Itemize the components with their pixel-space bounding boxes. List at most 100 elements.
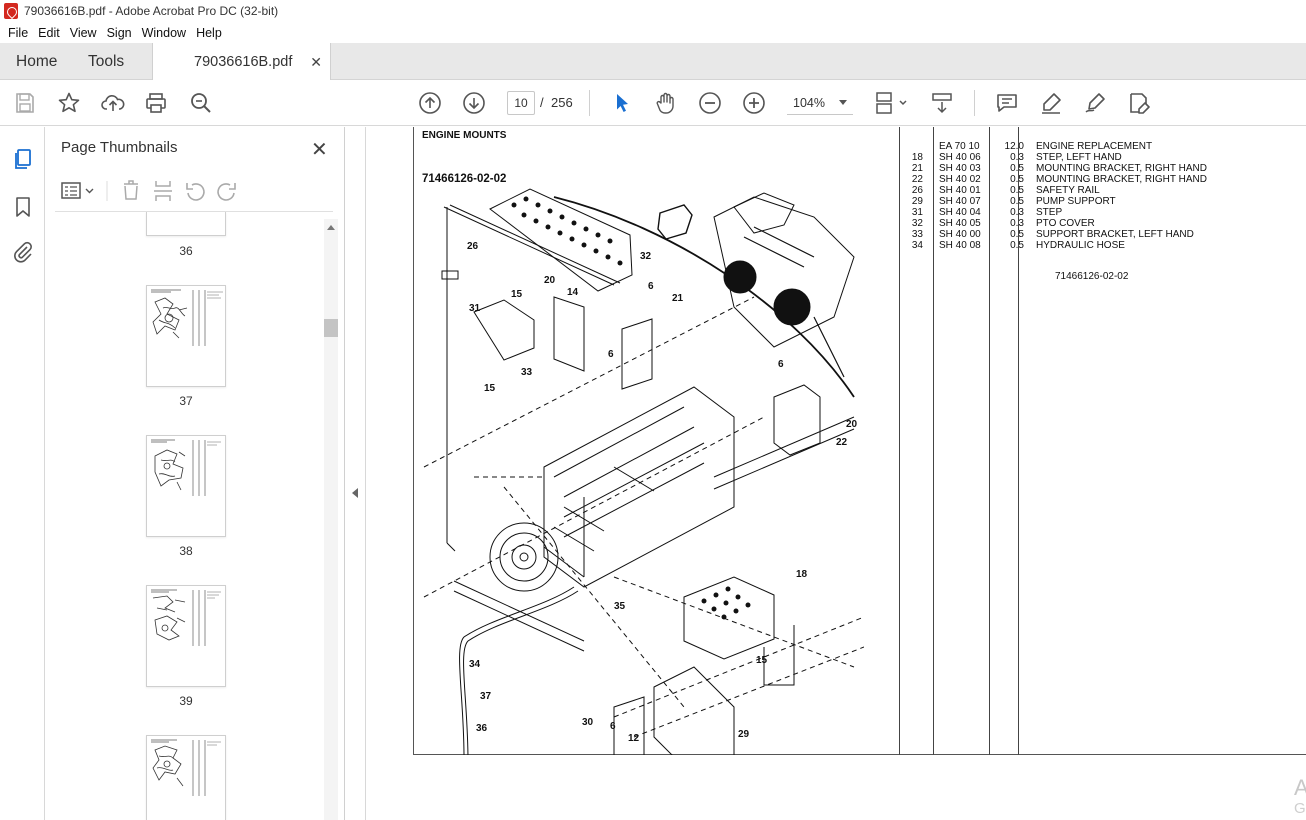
- combine-harvester-sketch: [657, 192, 855, 378]
- page-thumbnail-36[interactable]: [146, 212, 226, 236]
- callout-number: 6: [648, 281, 654, 292]
- navigation-rail: [0, 127, 45, 820]
- scrollbar-thumb[interactable]: [324, 319, 338, 337]
- thumbnails-panel: Page Thumbnails ✕ 36 37 38 39: [45, 127, 345, 820]
- callout-number: 15: [511, 289, 523, 300]
- panel-collapse-handle[interactable]: [345, 127, 366, 820]
- callout-number: 6: [608, 349, 614, 360]
- callout-number: 20: [846, 419, 858, 430]
- callout-number: 20: [544, 275, 556, 286]
- acrobat-logo-icon: [4, 3, 18, 19]
- next-page-icon[interactable]: [461, 90, 487, 116]
- callout-number: 15: [484, 383, 496, 394]
- page-thumbnail-39[interactable]: [146, 585, 226, 687]
- close-tab-icon[interactable]: ✕: [310, 54, 322, 71]
- parts-reference-number: 71466126-02-02: [1055, 271, 1129, 282]
- bookmark-star-icon[interactable]: [56, 90, 82, 116]
- tab-document-label: 79036616B.pdf: [194, 54, 293, 70]
- main-toolbar: 10 / 256 104%: [0, 80, 1306, 126]
- tab-document[interactable]: 79036616B.pdf ✕: [152, 43, 331, 81]
- document-view[interactable]: ENGINE MOUNTS 71466126-02-02 26 32 15 20…: [366, 127, 1306, 820]
- title-bar: 79036616B.pdf - Adobe Acrobat Pro DC (32…: [0, 0, 1306, 22]
- menu-edit[interactable]: Edit: [33, 26, 65, 40]
- callout-number: 15: [756, 655, 768, 666]
- save-icon[interactable]: [12, 90, 38, 116]
- chevron-down-icon: [839, 100, 847, 105]
- thumbnail-options-icon[interactable]: [61, 182, 94, 199]
- bookmarks-icon[interactable]: [11, 195, 35, 219]
- previous-page-icon[interactable]: [417, 90, 443, 116]
- highlight-pen-icon[interactable]: [1038, 90, 1064, 116]
- page-number-input[interactable]: 10: [507, 91, 535, 115]
- zoom-out-icon[interactable]: [697, 90, 723, 116]
- zoom-level-select[interactable]: 104%: [787, 91, 853, 115]
- page-thumbnail-label: 36: [179, 244, 193, 258]
- menu-file[interactable]: File: [3, 26, 33, 40]
- rotate-left-icon[interactable]: [186, 183, 205, 201]
- draw-pen-icon[interactable]: [1082, 90, 1108, 116]
- collapse-arrow-icon: [352, 488, 358, 498]
- callout-number: 30: [582, 717, 594, 728]
- callout-number: 6: [778, 359, 784, 370]
- extract-page-icon[interactable]: [154, 181, 172, 201]
- callout-number: 6: [610, 721, 616, 732]
- zoom-search-icon[interactable]: [188, 90, 214, 116]
- thumbnail-toolbar: [59, 177, 331, 205]
- page-thumbnail-label: 39: [179, 694, 193, 708]
- page-display-icon[interactable]: [873, 90, 911, 116]
- rotate-right-icon[interactable]: [217, 183, 236, 201]
- upload-cloud-icon[interactable]: [100, 90, 126, 116]
- engine-mounts-diagram: 26 32 15 20 14 6 21 31 6 15 33 6 20 22 1…: [423, 188, 864, 755]
- tab-home[interactable]: Home: [16, 43, 57, 80]
- zoom-in-icon[interactable]: [741, 90, 767, 116]
- print-icon[interactable]: [143, 90, 169, 116]
- scroll-up-arrow-icon[interactable]: [327, 225, 335, 230]
- watermark-text: G: [1294, 800, 1306, 817]
- menu-window[interactable]: Window: [137, 26, 191, 40]
- callout-number: 12: [628, 733, 640, 744]
- callout-number: 36: [476, 723, 488, 734]
- callout-number: 33: [521, 367, 533, 378]
- tab-tools[interactable]: Tools: [88, 43, 124, 80]
- fill-sign-icon[interactable]: [1126, 90, 1152, 116]
- close-panel-icon[interactable]: ✕: [311, 137, 328, 162]
- comment-icon[interactable]: [994, 90, 1020, 116]
- hand-tool-icon[interactable]: [653, 90, 679, 116]
- page-thumbnail-label: 38: [179, 544, 193, 558]
- callout-number: 22: [836, 437, 848, 448]
- callout-number: 34: [469, 659, 481, 670]
- callout-number: 31: [469, 303, 481, 314]
- menu-view[interactable]: View: [65, 26, 102, 40]
- scroll-mode-icon[interactable]: [929, 90, 955, 116]
- page-thumbnails-icon[interactable]: [11, 147, 35, 171]
- page-thumbnail-label: 37: [179, 394, 193, 408]
- tab-bar: Home Tools 79036616B.pdf ✕: [0, 43, 1306, 81]
- attachments-icon[interactable]: [11, 240, 35, 264]
- zoom-level-value: 104%: [793, 95, 825, 110]
- watermark-text: A: [1294, 775, 1306, 800]
- callout-number: 14: [567, 287, 579, 298]
- thumbnail-scrollbar[interactable]: [324, 219, 338, 820]
- pdf-page: ENGINE MOUNTS 71466126-02-02 26 32 15 20…: [413, 127, 1306, 755]
- total-pages: 256: [551, 95, 573, 110]
- toolbar-divider: [589, 90, 590, 116]
- page-separator: /: [540, 95, 544, 110]
- toolbar-divider: [974, 90, 975, 116]
- menu-help[interactable]: Help: [191, 26, 227, 40]
- page-thumbnail-40[interactable]: [146, 735, 226, 820]
- parts-table: EA 70 10 12.0 ENGINE REPLACEMENT 18 SH 4…: [911, 141, 1207, 251]
- menu-sign[interactable]: Sign: [102, 26, 137, 40]
- callout-number: 26: [467, 241, 479, 252]
- menu-bar: File Edit View Sign Window Help: [0, 22, 1306, 43]
- delete-page-icon[interactable]: [124, 180, 138, 200]
- page-thumbnail-37[interactable]: [146, 285, 226, 387]
- select-cursor-icon[interactable]: [609, 90, 635, 116]
- callout-number: 29: [738, 729, 750, 740]
- callout-number: 18: [796, 569, 808, 580]
- callout-number: 32: [640, 251, 652, 262]
- callout-number: 21: [672, 293, 684, 304]
- page-heading: ENGINE MOUNTS: [422, 130, 507, 141]
- page-thumbnail-38[interactable]: [146, 435, 226, 537]
- callout-number: 35: [614, 601, 626, 612]
- callout-number: 37: [480, 691, 492, 702]
